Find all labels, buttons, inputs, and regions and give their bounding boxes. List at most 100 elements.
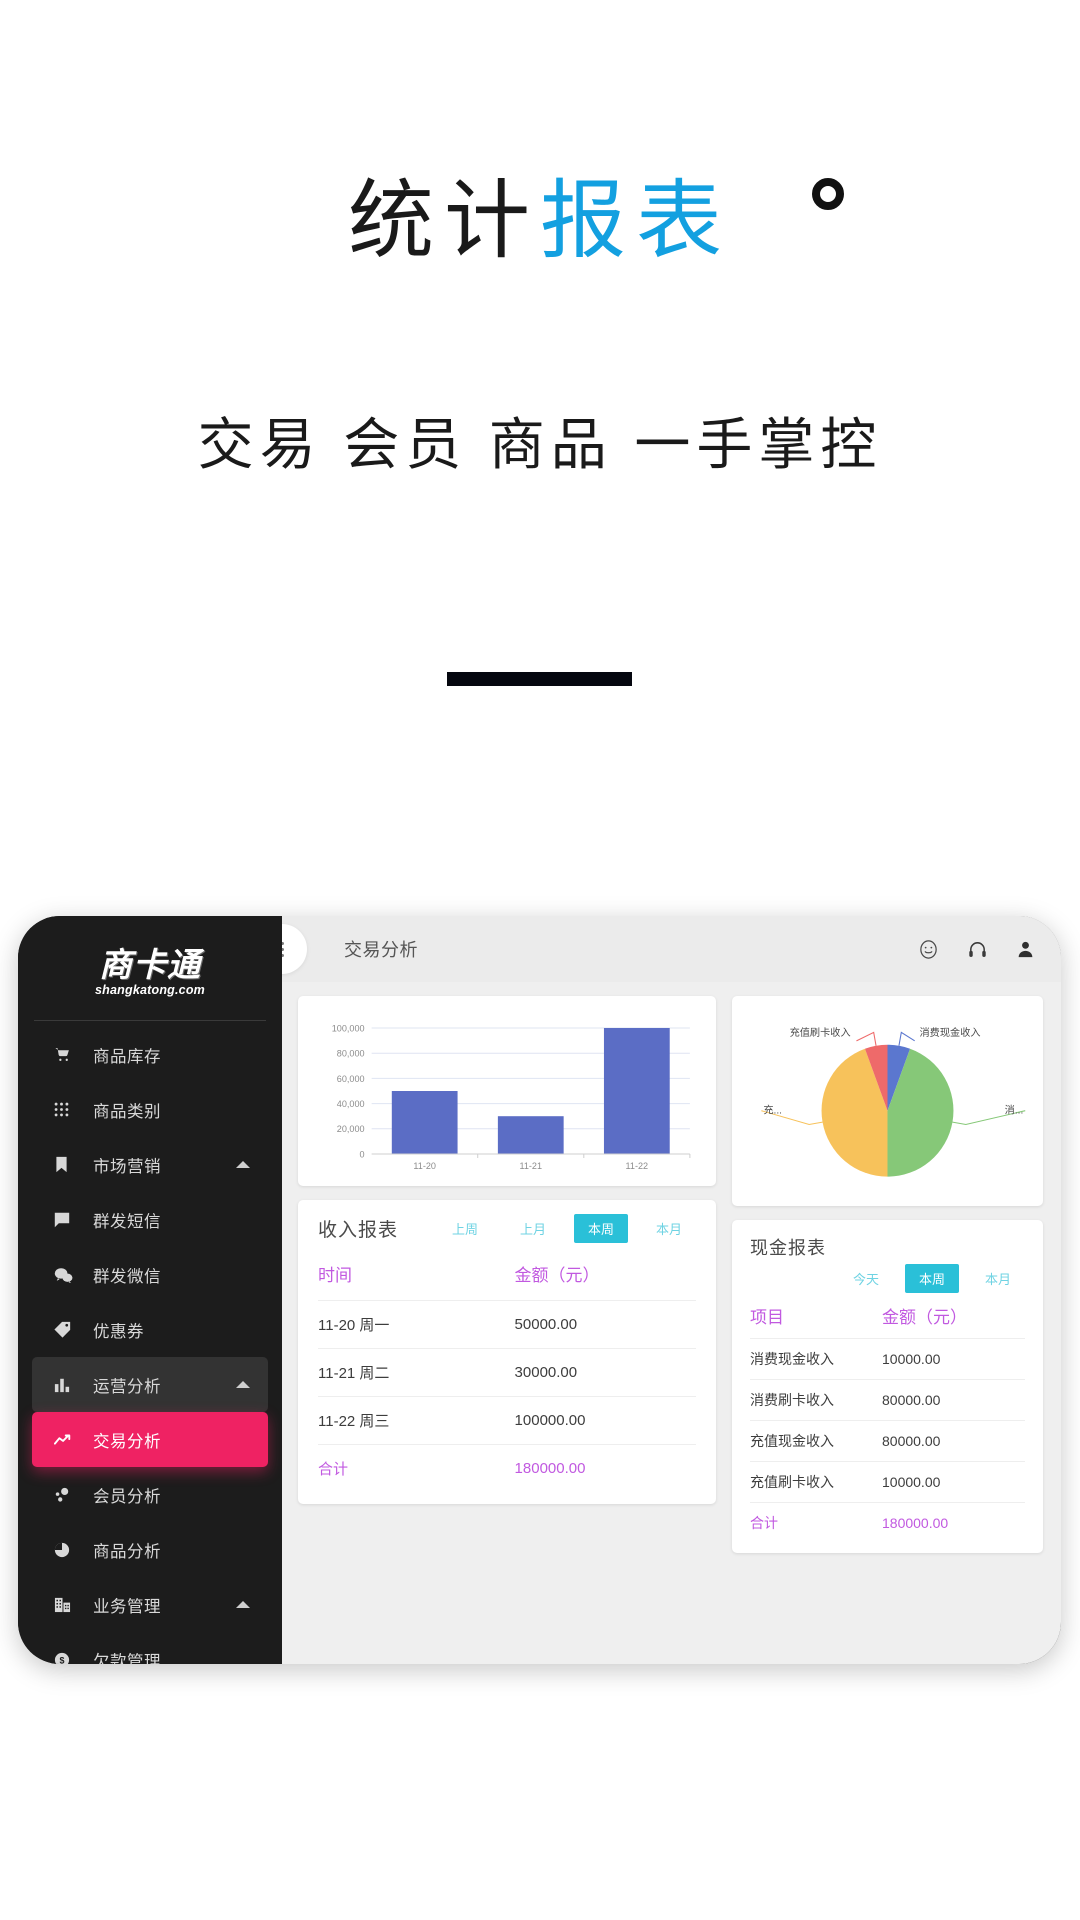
cart-icon [54,1046,84,1063]
tab-this-week[interactable]: 本周 [904,1264,959,1293]
sidebar: 商卡通 shangkatong.com 商品库存 商品类别 市场营销 群发短信 … [18,916,282,1664]
pie-slice-label: 充... [763,1104,782,1117]
cell-label: 充值刷卡收入 [750,1461,882,1503]
sidebar-item-label: 会员分析 [93,1487,161,1506]
main-content: 交易分析 0 20,000 40,000 60,000 80,000 100,0… [282,916,1061,1664]
table-row: 消费刷卡收入 80000.00 [750,1379,1025,1421]
smiley-icon[interactable] [918,939,939,960]
total-label: 合计 [318,1444,515,1492]
table-row: 充值现金收入 80000.00 [750,1420,1025,1462]
cell-label: 11-21 周二 [318,1348,515,1397]
topbar-actions [918,939,1035,960]
table-total-row: 合计 180000.00 [750,1502,1025,1543]
logo-text: 商卡通 [99,945,201,983]
page-subtitle: 交易 会员 商品 一手掌控 [197,413,883,476]
table-row: 消费现金收入 10000.00 [750,1338,1025,1380]
headset-icon[interactable] [967,939,988,960]
divider-bar [447,672,632,686]
sidebar-item-categories[interactable]: 商品类别 [32,1082,268,1137]
bar-chart-card: 0 20,000 40,000 60,000 80,000 100,000 11-20 11… [298,996,716,1186]
chevron-up-icon [236,1381,250,1388]
sidebar-item-inventory[interactable]: 商品库存 [32,1027,268,1082]
bar-chart: 0 20,000 40,000 60,000 80,000 100,000 11-20 11… [332,1023,691,1171]
cash-report-card: 现金报表 今天 本周 本月 项目 金额（元） 消费现金收入 10000.00 消… [732,1220,1043,1553]
cell-value: 10000.00 [882,1338,1025,1380]
more-dots [282,941,284,957]
page-title: 统计报表 [0,150,1080,275]
pie-slice-label: 消... [1005,1104,1024,1117]
tab-this-month[interactable]: 本月 [971,1264,1025,1293]
svg-text:40,000: 40,000 [337,1099,365,1109]
svg-text:100,000: 100,000 [332,1023,365,1033]
cash-report-table: 项目 金额（元） 消费现金收入 10000.00 消费刷卡收入 80000.00 充值现… [750,1301,1025,1543]
sidebar-item-member-analysis[interactable]: 会员分析 [32,1467,268,1522]
more-vertical-icon[interactable] [282,924,307,974]
pie-slice-label: 消费现金收入 [920,1026,981,1039]
sidebar-item-label: 商品类别 [93,1102,161,1121]
sidebar-item-marketing[interactable]: 市场营销 [32,1137,268,1192]
sidebar-item-bulk-sms[interactable]: 群发短信 [32,1192,268,1247]
table-header-row: 项目 金额（元） [750,1301,1025,1339]
tab-last-week[interactable]: 上周 [438,1214,492,1243]
device-frame: 商卡通 shangkatong.com 商品库存 商品类别 市场营销 群发短信 … [18,916,1061,1664]
sidebar-divider [34,1020,266,1021]
sidebar-item-product-analysis[interactable]: 商品分析 [32,1522,268,1577]
trend-up-icon [54,1433,84,1447]
pie-chart-icon [54,1542,84,1558]
tab-today[interactable]: 今天 [839,1264,893,1293]
sidebar-item-label: 群发短信 [93,1212,161,1231]
page-title-blue: 报表 [540,173,732,269]
income-report-table: 时间 金额（元） 11-20 周一 50000.00 11-21 周二 30000.0… [318,1257,696,1492]
svg-text:80,000: 80,000 [337,1049,365,1059]
table-row: 充值刷卡收入 10000.00 [750,1461,1025,1503]
sidebar-item-bulk-wechat[interactable]: 群发微信 [32,1247,268,1302]
sidebar-item-transaction-analysis[interactable]: 交易分析 [32,1412,268,1467]
sidebar-nav: 商品库存 商品类别 市场营销 群发短信 群发微信 优惠券 运营分析 交易分析 会… [18,1027,282,1664]
left-column: 0 20,000 40,000 60,000 80,000 100,000 11-20 11… [298,996,716,1664]
dollar-icon: $ [54,1652,84,1664]
grid-icon [54,1102,84,1117]
sidebar-item-label: 商品库存 [93,1047,161,1066]
tab-this-week[interactable]: 本周 [573,1214,628,1243]
cash-report-title: 现金报表 [750,1238,826,1258]
svg-text:$: $ [60,1655,65,1664]
sidebar-item-debt-management[interactable]: $ 欠款管理 [32,1632,268,1664]
sidebar-item-label: 欠款管理 [93,1652,161,1665]
sidebar-item-business-management[interactable]: 业务管理 [32,1577,268,1632]
cell-label: 11-20 周一 [318,1300,515,1349]
cell-label: 消费刷卡收入 [750,1379,882,1421]
total-value: 180000.00 [514,1444,696,1492]
wechat-icon [54,1267,84,1283]
sidebar-item-label: 优惠券 [93,1322,144,1341]
page-title-dark: 统计 [348,173,540,269]
page-root: 统计报表 交易 会员 商品 一手掌控 商卡通 shangkatong.com 商… [0,0,1080,1920]
user-icon[interactable] [1016,940,1035,959]
logo-domain: shangkatong.com [95,982,205,997]
tab-this-month[interactable]: 本月 [642,1214,696,1243]
tab-last-month[interactable]: 上月 [506,1214,560,1243]
sidebar-item-coupons[interactable]: 优惠券 [32,1302,268,1357]
svg-text:60,000: 60,000 [337,1074,365,1084]
sidebar-item-label: 市场营销 [93,1157,161,1176]
column-header-amount: 金额（元） [514,1266,600,1285]
topbar-title: 交易分析 [344,940,418,960]
sidebar-item-operations-analysis[interactable]: 运营分析 [32,1357,268,1412]
table-row: 11-20 周一 50000.00 [318,1300,696,1349]
total-label: 合计 [750,1502,882,1543]
column-header-amount: 金额（元） [882,1308,967,1327]
topbar: 交易分析 [282,916,1061,982]
tag-icon [54,1321,84,1338]
svg-text:11-22: 11-22 [626,1161,649,1171]
income-report-title: 收入报表 [318,1220,399,1241]
cell-value: 80000.00 [882,1420,1025,1462]
pie-slice-label: 充值刷卡收入 [790,1026,851,1039]
cash-report-tabs: 今天 本周 本月 [750,1264,1025,1293]
bar-chart-icon [54,1377,84,1393]
sidebar-item-label: 群发微信 [93,1267,161,1286]
table-total-row: 合计 180000.00 [318,1444,696,1492]
bookmark-icon [54,1156,84,1173]
cell-value: 10000.00 [882,1461,1025,1503]
circle-mark-icon [812,178,844,210]
building-icon [54,1596,84,1613]
chevron-up-icon [236,1161,250,1168]
